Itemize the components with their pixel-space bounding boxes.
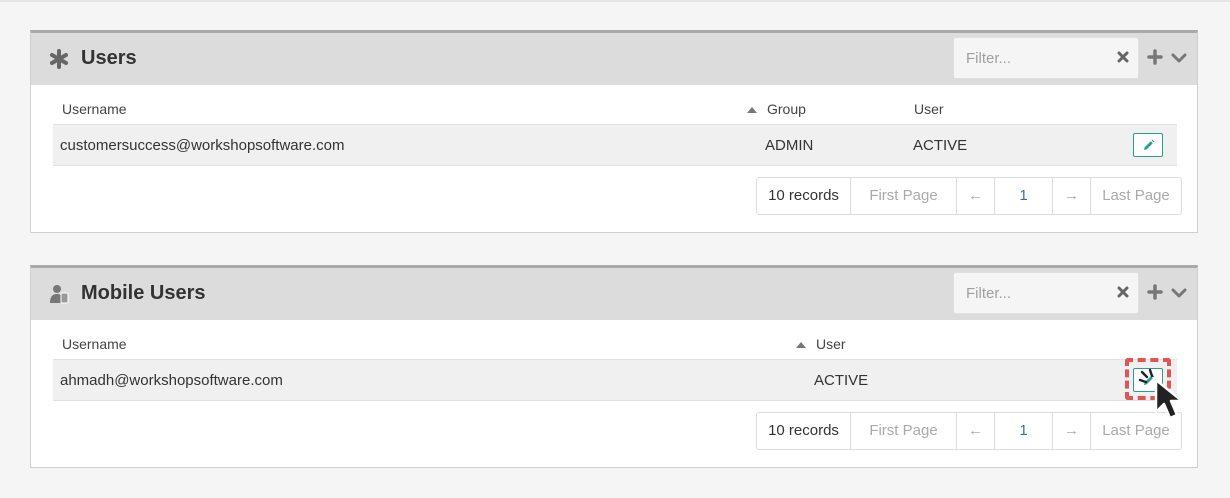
pencil-icon (1144, 139, 1155, 150)
mobile-user-icon (50, 285, 69, 304)
mobile-users-panel-title: Mobile Users (81, 282, 206, 304)
cell-user-status: ACTIVE (913, 137, 968, 154)
page-number[interactable]: 1 (995, 178, 1053, 214)
sort-ascending-icon (796, 342, 806, 348)
last-page-button[interactable]: Last Page (1091, 178, 1181, 214)
column-header-user[interactable]: User (796, 336, 846, 352)
next-page-button[interactable]: → (1053, 413, 1091, 449)
column-header-user-label: User (816, 336, 846, 352)
pagination: 10 records First Page ← 1 → Last Page (756, 412, 1182, 450)
next-page-button[interactable]: → (1053, 178, 1091, 214)
edit-button[interactable] (1133, 133, 1163, 157)
plus-icon[interactable] (1147, 49, 1163, 65)
mobile-users-filter (953, 272, 1139, 314)
records-count[interactable]: 10 records (757, 178, 851, 214)
close-icon[interactable] (1116, 285, 1130, 299)
column-header-username[interactable]: Username (62, 336, 127, 352)
cursor-pointer-icon (1138, 368, 1184, 420)
cell-username: customersuccess@workshopsoftware.com (60, 137, 345, 154)
first-page-button[interactable]: First Page (851, 178, 957, 214)
cell-user-status: ACTIVE (814, 372, 869, 389)
mobile-users-panel: Mobile Users Username User ahmadh@worksh… (30, 265, 1198, 468)
cell-username: ahmadh@workshopsoftware.com (60, 372, 283, 389)
chevron-down-icon[interactable] (1171, 51, 1187, 65)
plus-icon[interactable] (1147, 284, 1163, 300)
users-panel-header: Users (31, 33, 1197, 85)
users-filter-input[interactable] (954, 38, 1116, 78)
mobile-users-panel-header: Mobile Users (31, 268, 1197, 320)
prev-page-button[interactable]: ← (957, 178, 995, 214)
close-icon[interactable] (1116, 50, 1130, 64)
prev-page-button[interactable]: ← (957, 413, 995, 449)
table-row[interactable]: ahmadh@workshopsoftware.com ACTIVE (53, 359, 1177, 401)
sort-ascending-icon (747, 107, 757, 113)
asterisk-icon (50, 49, 68, 69)
users-panel-title: Users (81, 47, 137, 69)
top-divider (0, 0, 1230, 2)
chevron-down-icon[interactable] (1171, 286, 1187, 300)
column-header-user[interactable]: User (914, 101, 944, 117)
table-row[interactable]: customersuccess@workshopsoftware.com ADM… (53, 124, 1177, 166)
users-filter (953, 37, 1139, 79)
cell-group: ADMIN (765, 137, 814, 154)
column-header-group[interactable]: Group (747, 101, 806, 117)
first-page-button[interactable]: First Page (851, 413, 957, 449)
column-header-group-label: Group (767, 101, 806, 117)
mobile-users-filter-input[interactable] (954, 273, 1116, 313)
users-panel: Users Username Group User customersucces… (30, 30, 1198, 233)
page-number[interactable]: 1 (995, 413, 1053, 449)
column-header-username[interactable]: Username (62, 101, 127, 117)
records-count[interactable]: 10 records (757, 413, 851, 449)
pagination: 10 records First Page ← 1 → Last Page (756, 177, 1182, 215)
